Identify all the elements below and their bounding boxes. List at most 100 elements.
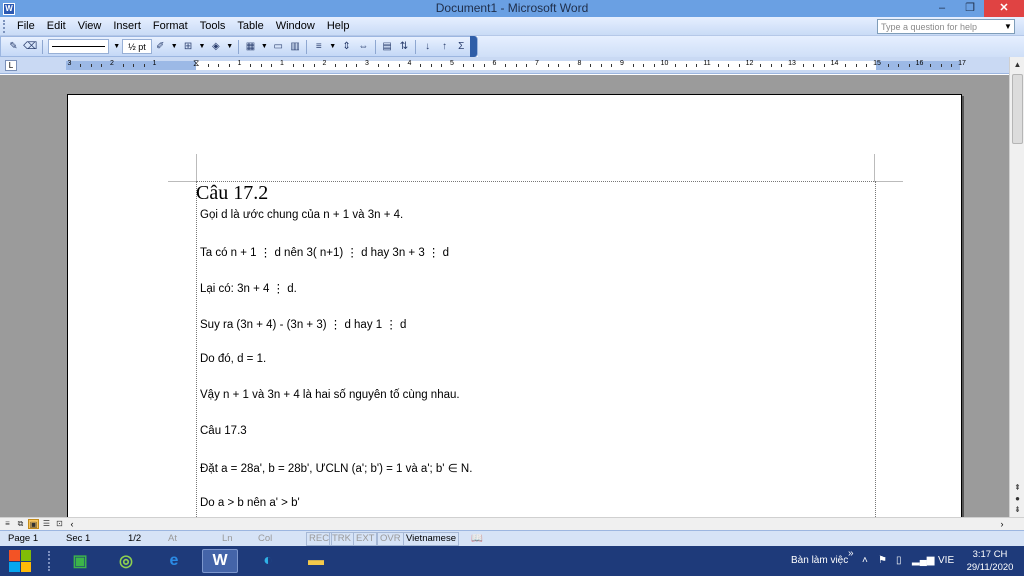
normal-view-icon[interactable]: ≡ [2,519,13,529]
border-color-icon[interactable]: ✐ [153,39,168,55]
ruler-tick [898,64,900,67]
text-direction-icon[interactable]: ⇅ [397,39,412,55]
help-search-box[interactable]: Type a question for help ▼ [877,19,1015,34]
desktop-toolbar-label[interactable]: Bàn làm việc [791,546,848,576]
network-icon[interactable]: ▂▄▆ [912,546,934,576]
distribute-columns-icon[interactable]: ⇔ [356,39,371,55]
paragraph[interactable]: Do đó, d = 1. [200,353,266,365]
chevron-down-icon[interactable]: ▼ [226,43,233,50]
chevron-down-icon[interactable]: ▼ [198,43,205,50]
ruler-tick [388,64,390,67]
outline-view-icon[interactable]: ☰ [41,519,52,529]
menubar-grip[interactable] [3,19,6,33]
ruler-bar: L ⧖ 3 2 1 1 1 2 3 4 5 6 7 8 9 10 11 12 13 14 15 16 17 [0,57,1024,74]
menu-view[interactable]: View [72,20,108,32]
scroll-up-icon[interactable]: ▲ [1010,57,1024,72]
minimize-button[interactable]: – [928,0,956,17]
show-hidden-icons-icon[interactable]: ˄ [862,546,868,576]
next-page-icon[interactable]: ⇟ [1010,504,1024,515]
paragraph[interactable]: Lại có: 3n + 4 ⋮ d. [200,281,297,295]
ruler-tick [271,64,273,67]
status-ovr[interactable]: OVR [377,532,404,546]
status-trk[interactable]: TRK [329,532,354,546]
line-style-select[interactable] [47,39,110,54]
paragraph[interactable]: Gọi d là ước chung của n + 1 và 3n + 4. [200,209,403,221]
menu-insert[interactable]: Insert [107,20,147,32]
line-style-preview [51,46,106,47]
menu-file[interactable]: File [11,20,41,32]
status-at: At [168,533,177,544]
battery-icon[interactable]: ▯ [896,546,902,576]
tab-selector[interactable]: L [5,60,17,71]
paragraph[interactable]: Suy ra (3n + 4) - (3n + 3) ⋮ d hay 1 ⋮ d [200,317,406,331]
ruler-tick [728,64,730,67]
indent-marker-icon[interactable]: ⧖ [193,58,201,72]
reading-layout-icon[interactable]: ⊡ [54,519,65,529]
internet-explorer-icon[interactable]: e [156,549,192,573]
scroll-thumb[interactable] [1012,74,1023,144]
ruler-tick [345,64,347,67]
crop-mark [168,181,196,182]
flag-icon[interactable]: ⚑ [878,546,887,576]
document-page[interactable]: Câu 17.2 Gọi d là ước chung của n + 1 và… [67,94,962,517]
coccoc-browser-icon[interactable]: ◎ [108,549,144,573]
desktop-chevron[interactable]: » [848,546,854,562]
toolbar-options-icon[interactable] [469,36,478,57]
menu-format[interactable]: Format [147,20,194,32]
store-icon[interactable]: ▣ [62,549,98,573]
paragraph[interactable]: Đặt a = 28a', b = 28b', ƯCLN (a'; b') = … [200,461,472,475]
status-language[interactable]: Vietnamese [403,532,459,546]
chevron-down-icon[interactable]: ▼ [113,43,120,50]
ruler-number: 14 [830,60,839,67]
paragraph[interactable]: Do a > b nên a' > b' [200,497,300,509]
status-bar: Page 1 Sec 1 1/2 At Ln Col REC TRK EXT O… [0,530,1024,546]
scroll-right-icon[interactable]: › [996,518,1008,530]
previous-page-icon[interactable]: ⇞ [1010,482,1024,493]
sort-descending-icon[interactable]: ↑ [437,39,452,55]
menu-tools[interactable]: Tools [194,20,232,32]
insert-table-icon[interactable]: ▦ [243,39,258,55]
paragraph[interactable]: Câu 17.3 [200,425,247,437]
edge-browser-icon[interactable]: ◐ [250,549,286,573]
shading-color-icon[interactable]: ◈ [208,39,223,55]
chevron-down-icon[interactable]: ▼ [171,43,178,50]
ruler-tick [632,64,634,67]
eraser-icon[interactable]: ⌫ [23,39,38,55]
align-icon[interactable]: ≡ [311,39,326,55]
word-taskbar-icon[interactable]: W [202,549,238,573]
ruler-number: 8 [577,60,582,67]
paragraph[interactable]: Vậy n + 1 và 3n + 4 là hai số nguyên tố … [200,389,460,401]
line-weight-select[interactable]: ½ pt [122,39,152,54]
status-ext[interactable]: EXT [353,532,378,546]
restore-button[interactable]: ❐ [956,0,984,17]
vertical-scrollbar[interactable]: ▲ ⇞ ● ⇟ [1009,57,1024,517]
system-clock[interactable]: 3:17 CH 29/11/2020 [960,548,1020,574]
scroll-left-icon[interactable]: ‹ [66,518,78,530]
chevron-down-icon[interactable]: ▼ [261,43,268,50]
draw-table-icon[interactable]: ✎ [6,39,21,55]
web-layout-icon[interactable]: ⧉ [15,519,26,529]
borders-icon[interactable]: ⊞ [181,39,196,55]
menu-edit[interactable]: Edit [41,20,72,32]
input-language[interactable]: VIE [938,546,954,576]
sort-ascending-icon[interactable]: ↓ [420,39,435,55]
document-heading[interactable]: Câu 17.2 [196,182,268,205]
menu-table[interactable]: Table [231,20,269,32]
close-button[interactable]: ✕ [984,0,1024,17]
horizontal-ruler[interactable]: ⧖ 3 2 1 1 1 2 3 4 5 6 7 8 9 10 11 12 13 14 15 16 17 [66,58,966,72]
chevron-down-icon[interactable]: ▼ [329,43,336,50]
autosum-icon[interactable]: Σ [454,39,469,55]
start-button[interactable] [0,546,40,576]
menu-window[interactable]: Window [270,20,321,32]
distribute-rows-icon[interactable]: ⇕ [339,39,354,55]
spelling-status-icon[interactable]: 📖 [471,532,483,546]
print-layout-icon[interactable]: ▣ [28,519,39,529]
file-explorer-icon[interactable]: ▬ [298,549,334,573]
split-cells-icon[interactable]: ▥ [288,39,303,55]
menu-help[interactable]: Help [321,20,356,32]
table-autoformat-icon[interactable]: ▤ [380,39,395,55]
paragraph[interactable]: Ta có n + 1 ⋮ d nên 3( n+1) ⋮ d hay 3n +… [200,245,449,259]
chevron-down-icon[interactable]: ▼ [1002,22,1014,31]
merge-cells-icon[interactable]: ▭ [271,39,286,55]
select-browse-object-icon[interactable]: ● [1010,493,1024,504]
